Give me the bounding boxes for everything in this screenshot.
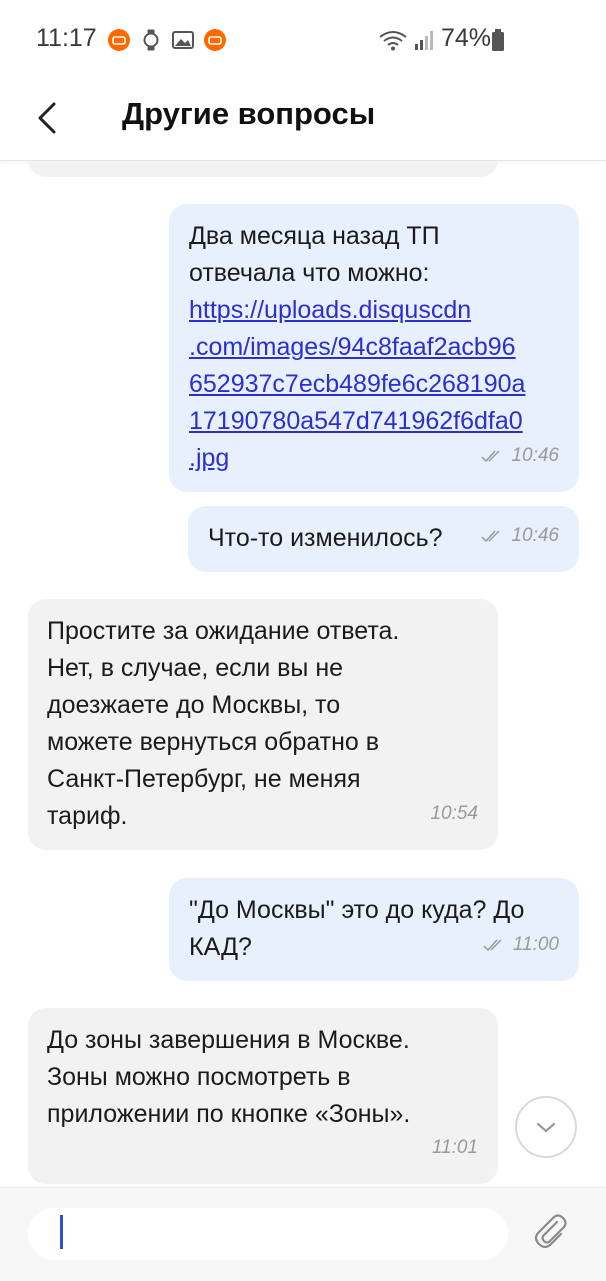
double-check-icon — [483, 938, 502, 951]
message-time: 11:01 — [431, 1137, 478, 1158]
message-meta: 11:00 — [483, 926, 559, 963]
message-bubble-outgoing[interactable]: Что-то изменилось? 10:46 — [188, 506, 579, 572]
message-time: 10:46 — [511, 445, 559, 466]
message-text: Два месяца назад ТП отвечала что можно: — [189, 222, 440, 287]
message-text: Простите за ожидание ответа. Нет, в случ… — [47, 617, 400, 830]
message-meta: 10:54 — [430, 795, 478, 832]
chevron-down-icon — [536, 1122, 556, 1133]
text-cursor — [60, 1215, 63, 1249]
message-text: До зоны завершения в Москве. Зоны можно … — [47, 1026, 411, 1128]
double-check-icon — [481, 449, 500, 462]
message-bubble-outgoing[interactable]: Два месяца назад ТП отвечала что можно: … — [169, 204, 579, 492]
status-bar: 11:17 74% — [0, 0, 606, 80]
message-bubble-partial — [28, 161, 498, 177]
status-time: 11:17 — [36, 24, 97, 52]
mi-app-icon — [204, 29, 226, 51]
watch-icon — [143, 29, 159, 51]
message-meta: 10:46 — [481, 437, 559, 474]
attach-button[interactable] — [530, 1210, 570, 1250]
page-title: Другие вопросы — [122, 96, 376, 131]
message-list[interactable]: Два месяца назад ТП отвечала что можно: … — [0, 161, 606, 1187]
chevron-left-icon — [38, 102, 56, 134]
message-meta: 11:01 — [432, 1129, 478, 1166]
message-meta: 10:46 — [481, 517, 559, 554]
message-time: 10:54 — [430, 803, 478, 824]
wifi-icon — [379, 31, 407, 51]
double-check-icon — [481, 529, 500, 542]
back-button[interactable] — [28, 90, 72, 146]
message-bubble-outgoing[interactable]: "До Москвы" это до куда? До КАД? 11:00 — [169, 878, 579, 981]
signal-icon — [415, 31, 433, 50]
scroll-to-bottom-button[interactable] — [515, 1096, 577, 1158]
message-time: 10:46 — [511, 525, 559, 546]
battery-icon — [492, 29, 504, 51]
message-input[interactable] — [28, 1208, 508, 1260]
chat-header: Другие вопросы — [0, 80, 606, 161]
battery-level: 74% — [441, 24, 492, 52]
mi-app-icon — [108, 29, 130, 51]
message-time: 11:00 — [512, 934, 559, 955]
message-bubble-incoming[interactable]: Простите за ожидание ответа. Нет, в случ… — [28, 599, 498, 850]
composer-bar — [0, 1187, 606, 1281]
gallery-icon — [172, 31, 194, 49]
paperclip-icon — [534, 1214, 567, 1249]
message-bubble-incoming[interactable]: До зоны завершения в Москве. Зоны можно … — [28, 1008, 498, 1184]
